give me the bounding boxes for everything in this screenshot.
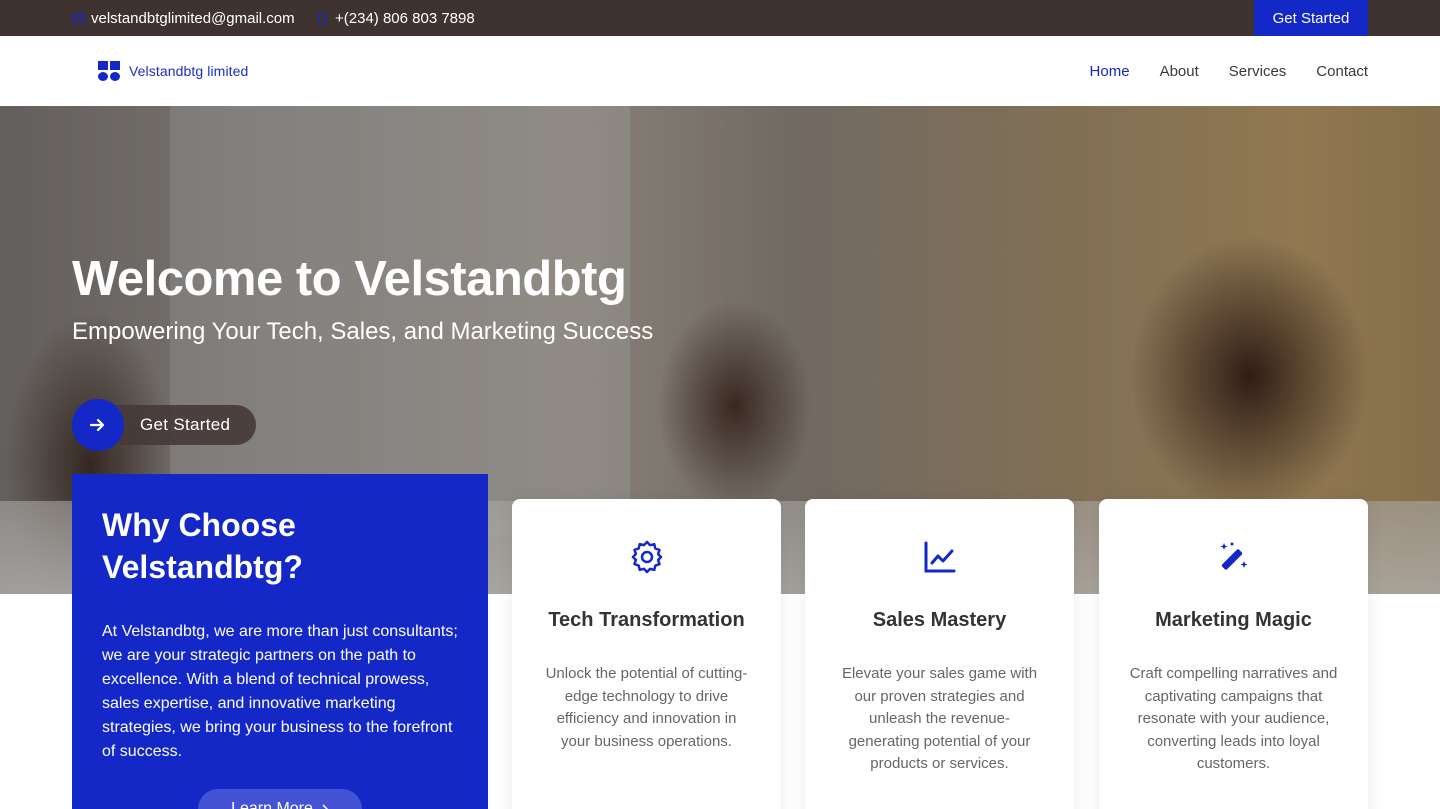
card-title: Sales Mastery bbox=[872, 609, 1007, 631]
service-card-sales: Sales Mastery Elevate your sales game wi… bbox=[805, 499, 1074, 809]
contact-email[interactable]: velstandbtglimited@gmail.com bbox=[72, 0, 295, 36]
card-text: Unlock the potential of cutting-edge tec… bbox=[545, 665, 748, 750]
hero-get-started-button[interactable]: Get Started bbox=[72, 399, 257, 451]
phone-text: +(234) 806 803 7898 bbox=[335, 9, 475, 27]
magic-wand-icon bbox=[1220, 542, 1247, 570]
chevron-right-icon bbox=[322, 804, 328, 809]
main-nav: Home About Services Contact bbox=[1090, 36, 1368, 106]
email-text: velstandbtglimited@gmail.com bbox=[91, 9, 295, 27]
service-card-marketing: Marketing Magic Craft compelling narrati… bbox=[1099, 499, 1368, 809]
envelope-icon bbox=[72, 13, 85, 23]
nav-contact[interactable]: Contact bbox=[1316, 63, 1368, 80]
contact-phone[interactable]: +(234) 806 803 7898 bbox=[316, 0, 475, 36]
topbar-get-started-button[interactable]: Get Started bbox=[1254, 0, 1368, 36]
gear-icon bbox=[631, 540, 662, 574]
nav-home[interactable]: Home bbox=[1090, 63, 1130, 80]
arrow-right-icon bbox=[90, 418, 105, 432]
top-bar: velstandbtglimited@gmail.com +(234) 806 … bbox=[0, 0, 1440, 36]
site-header: Velstandbtg limited Home About Services … bbox=[0, 36, 1440, 106]
why-body: At Velstandbtg, we are more than just co… bbox=[102, 623, 458, 760]
hero-subtitle: Empowering Your Tech, Sales, and Marketi… bbox=[72, 318, 654, 345]
logo-mark-icon bbox=[98, 61, 120, 81]
service-card-tech: Tech Transformation Unlock the potential… bbox=[512, 499, 781, 809]
why-choose-box: Why Choose Velstandbtg? At Velstandbtg, … bbox=[72, 474, 488, 809]
line-chart-icon bbox=[924, 541, 955, 573]
hero-button-circle bbox=[72, 399, 124, 451]
learn-more-label: Learn More bbox=[231, 800, 313, 809]
nav-about[interactable]: About bbox=[1160, 63, 1199, 80]
card-title: Tech Transformation bbox=[548, 609, 745, 631]
logo-text: Velstandbtg limited bbox=[129, 63, 249, 79]
card-text: Elevate your sales game with our proven … bbox=[841, 665, 1038, 772]
card-title: Marketing Magic bbox=[1155, 609, 1312, 631]
logo[interactable]: Velstandbtg limited bbox=[98, 61, 248, 81]
hero-title: Welcome to Velstandbtg bbox=[72, 252, 627, 306]
phone-icon bbox=[318, 11, 327, 25]
card-text: Craft compelling narratives and captivat… bbox=[1129, 665, 1338, 772]
learn-more-button[interactable]: Learn More bbox=[198, 789, 362, 809]
nav-services[interactable]: Services bbox=[1229, 63, 1287, 80]
why-title: Why Choose Velstandbtg? bbox=[102, 507, 303, 585]
